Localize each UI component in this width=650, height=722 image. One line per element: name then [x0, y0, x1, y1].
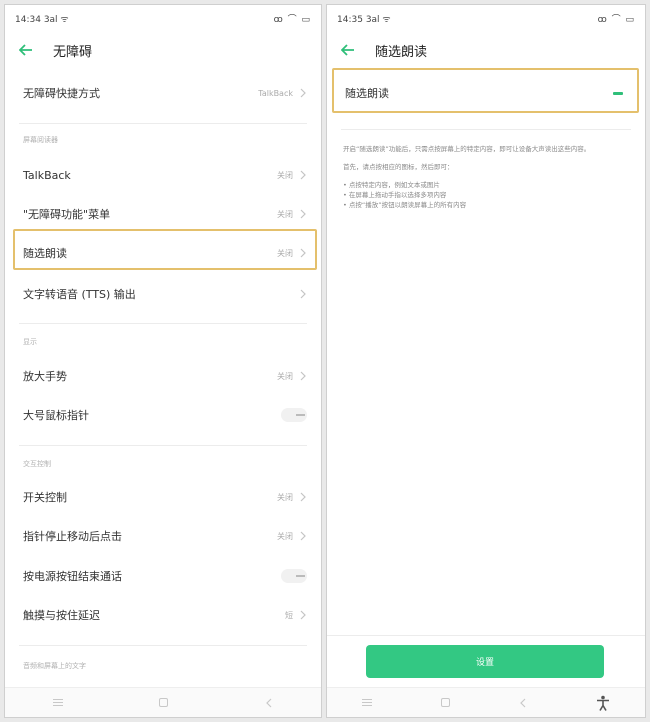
- menu-nav-icon[interactable]: [361, 699, 372, 706]
- row-label: 开关控制: [23, 491, 67, 504]
- description-intro: 开启“随选朗读”功能后，只需点按屏幕上的特定内容，即可让设备大声读出这些内容。: [343, 145, 591, 153]
- back-nav-icon[interactable]: [519, 698, 527, 708]
- title-bar: 无障碍: [5, 31, 321, 69]
- home-nav-icon[interactable]: [440, 698, 450, 707]
- row-value: 关闭: [277, 170, 293, 180]
- highlight-box: [332, 68, 639, 113]
- back-nav-icon[interactable]: [265, 698, 273, 708]
- menu-nav-icon[interactable]: [53, 699, 64, 706]
- chevron-right-icon: [300, 610, 306, 620]
- accessibility-screen: 14:34 3al ᯤ ꝏ ⌒ ▭ 无障碍 无障碍快捷方式 TalkBack 屏…: [4, 4, 322, 718]
- row-label: 按电源按钮结束通话: [23, 570, 122, 583]
- divider: [327, 635, 645, 636]
- divider: [19, 445, 307, 446]
- row-touch-hold-delay[interactable]: 触摸与按住延迟 短: [5, 595, 321, 635]
- status-icons: ꝏ ⌒ ▭: [597, 14, 635, 25]
- chevron-right-icon: [300, 531, 306, 541]
- row-power-ends-call[interactable]: 按电源按钮结束通话: [5, 556, 321, 596]
- description-bullet: • 点按“播放”按钮以朗读屏幕上的所有内容: [343, 201, 467, 209]
- row-magnification-gesture[interactable]: 放大手势 关闭: [5, 356, 321, 396]
- row-value: 关闭: [277, 492, 293, 502]
- row-label: "无障碍功能"菜单: [23, 208, 111, 221]
- row-label: 无障碍快捷方式: [23, 87, 100, 100]
- divider: [19, 323, 307, 324]
- status-bar: 14:34 3al ᯤ ꝏ ⌒ ▭: [5, 5, 321, 31]
- section-header-screen-reader: 屏幕阅读器: [23, 136, 58, 144]
- status-time: 14:34: [15, 14, 41, 25]
- description-first-step: 首先，请点按相应的图标，然后即可：: [343, 163, 454, 171]
- row-label: 放大手势: [23, 370, 67, 383]
- description-bullet: • 点按特定内容，例如文本或图片: [343, 181, 440, 189]
- status-signal: 3al ᯤ: [365, 14, 391, 25]
- row-value: 短: [285, 610, 293, 620]
- status-time-signal: 14:35 3al ᯤ: [337, 12, 391, 25]
- row-dwell-click[interactable]: 指针停止移动后点击 关闭: [5, 516, 321, 556]
- row-accessibility-shortcut[interactable]: 无障碍快捷方式 TalkBack: [5, 73, 321, 113]
- navigation-bar: [5, 687, 321, 717]
- row-value: 关闭: [277, 371, 293, 381]
- row-switch-access[interactable]: 开关控制 关闭: [5, 477, 321, 517]
- title-bar: 随选朗读: [327, 31, 645, 69]
- chevron-right-icon: [300, 371, 306, 381]
- status-time-signal: 14:34 3al ᯤ: [15, 12, 69, 25]
- settings-button[interactable]: 设置: [366, 645, 604, 678]
- back-arrow-icon[interactable]: [341, 39, 363, 61]
- chevron-right-icon: [300, 170, 306, 180]
- chevron-right-icon: [300, 492, 306, 502]
- accessibility-person-icon[interactable]: [596, 695, 610, 711]
- divider: [19, 123, 307, 124]
- chevron-right-icon: [300, 289, 306, 299]
- divider: [19, 645, 307, 646]
- description-bullet: • 在屏幕上拖动手指以选择多项内容: [343, 191, 447, 199]
- navigation-bar: [327, 687, 645, 717]
- row-label: 大号鼠标指针: [23, 409, 89, 422]
- row-value: TalkBack: [258, 88, 293, 98]
- page-title: 无障碍: [53, 44, 93, 60]
- divider: [341, 129, 631, 130]
- section-header-audio: 音频和屏幕上的文字: [23, 662, 86, 670]
- row-label: TalkBack: [23, 168, 71, 182]
- chevron-right-icon: [300, 88, 306, 98]
- row-tts-output[interactable]: 文字转语音 (TTS) 输出: [5, 274, 321, 314]
- chevron-right-icon: [300, 209, 306, 219]
- status-bar: 14:35 3al ᯤ ꝏ ⌒ ▭: [327, 5, 645, 31]
- toggle-switch[interactable]: [281, 569, 307, 583]
- toggle-switch[interactable]: [281, 408, 307, 422]
- row-large-mouse-pointer[interactable]: 大号鼠标指针: [5, 395, 321, 435]
- highlight-box: [13, 229, 317, 270]
- row-label: 触摸与按住延迟: [23, 609, 100, 622]
- status-signal: 3al ᯤ: [43, 14, 69, 25]
- row-value: 关闭: [277, 531, 293, 541]
- section-header-display: 显示: [23, 338, 37, 346]
- row-value: 关闭: [277, 209, 293, 219]
- back-arrow-icon[interactable]: [19, 39, 41, 61]
- description: 开启“随选朗读”功能后，只需点按屏幕上的特定内容，即可让设备大声读出这些内容。 …: [343, 144, 629, 210]
- status-icons: ꝏ ⌒ ▭: [273, 14, 311, 25]
- row-label: 文字转语音 (TTS) 输出: [23, 288, 136, 301]
- page-title: 随选朗读: [375, 44, 428, 60]
- section-header-interaction: 交互控制: [23, 460, 51, 468]
- home-nav-icon[interactable]: [159, 698, 169, 707]
- row-talkback[interactable]: TalkBack 关闭: [5, 155, 321, 195]
- select-to-speak-screen: 14:35 3al ᯤ ꝏ ⌒ ▭ 随选朗读 随选朗读 开启“随选朗读”功能后，…: [326, 4, 646, 718]
- status-time: 14:35: [337, 14, 363, 25]
- row-accessibility-menu[interactable]: "无障碍功能"菜单 关闭: [5, 194, 321, 234]
- row-label: 指针停止移动后点击: [23, 530, 122, 543]
